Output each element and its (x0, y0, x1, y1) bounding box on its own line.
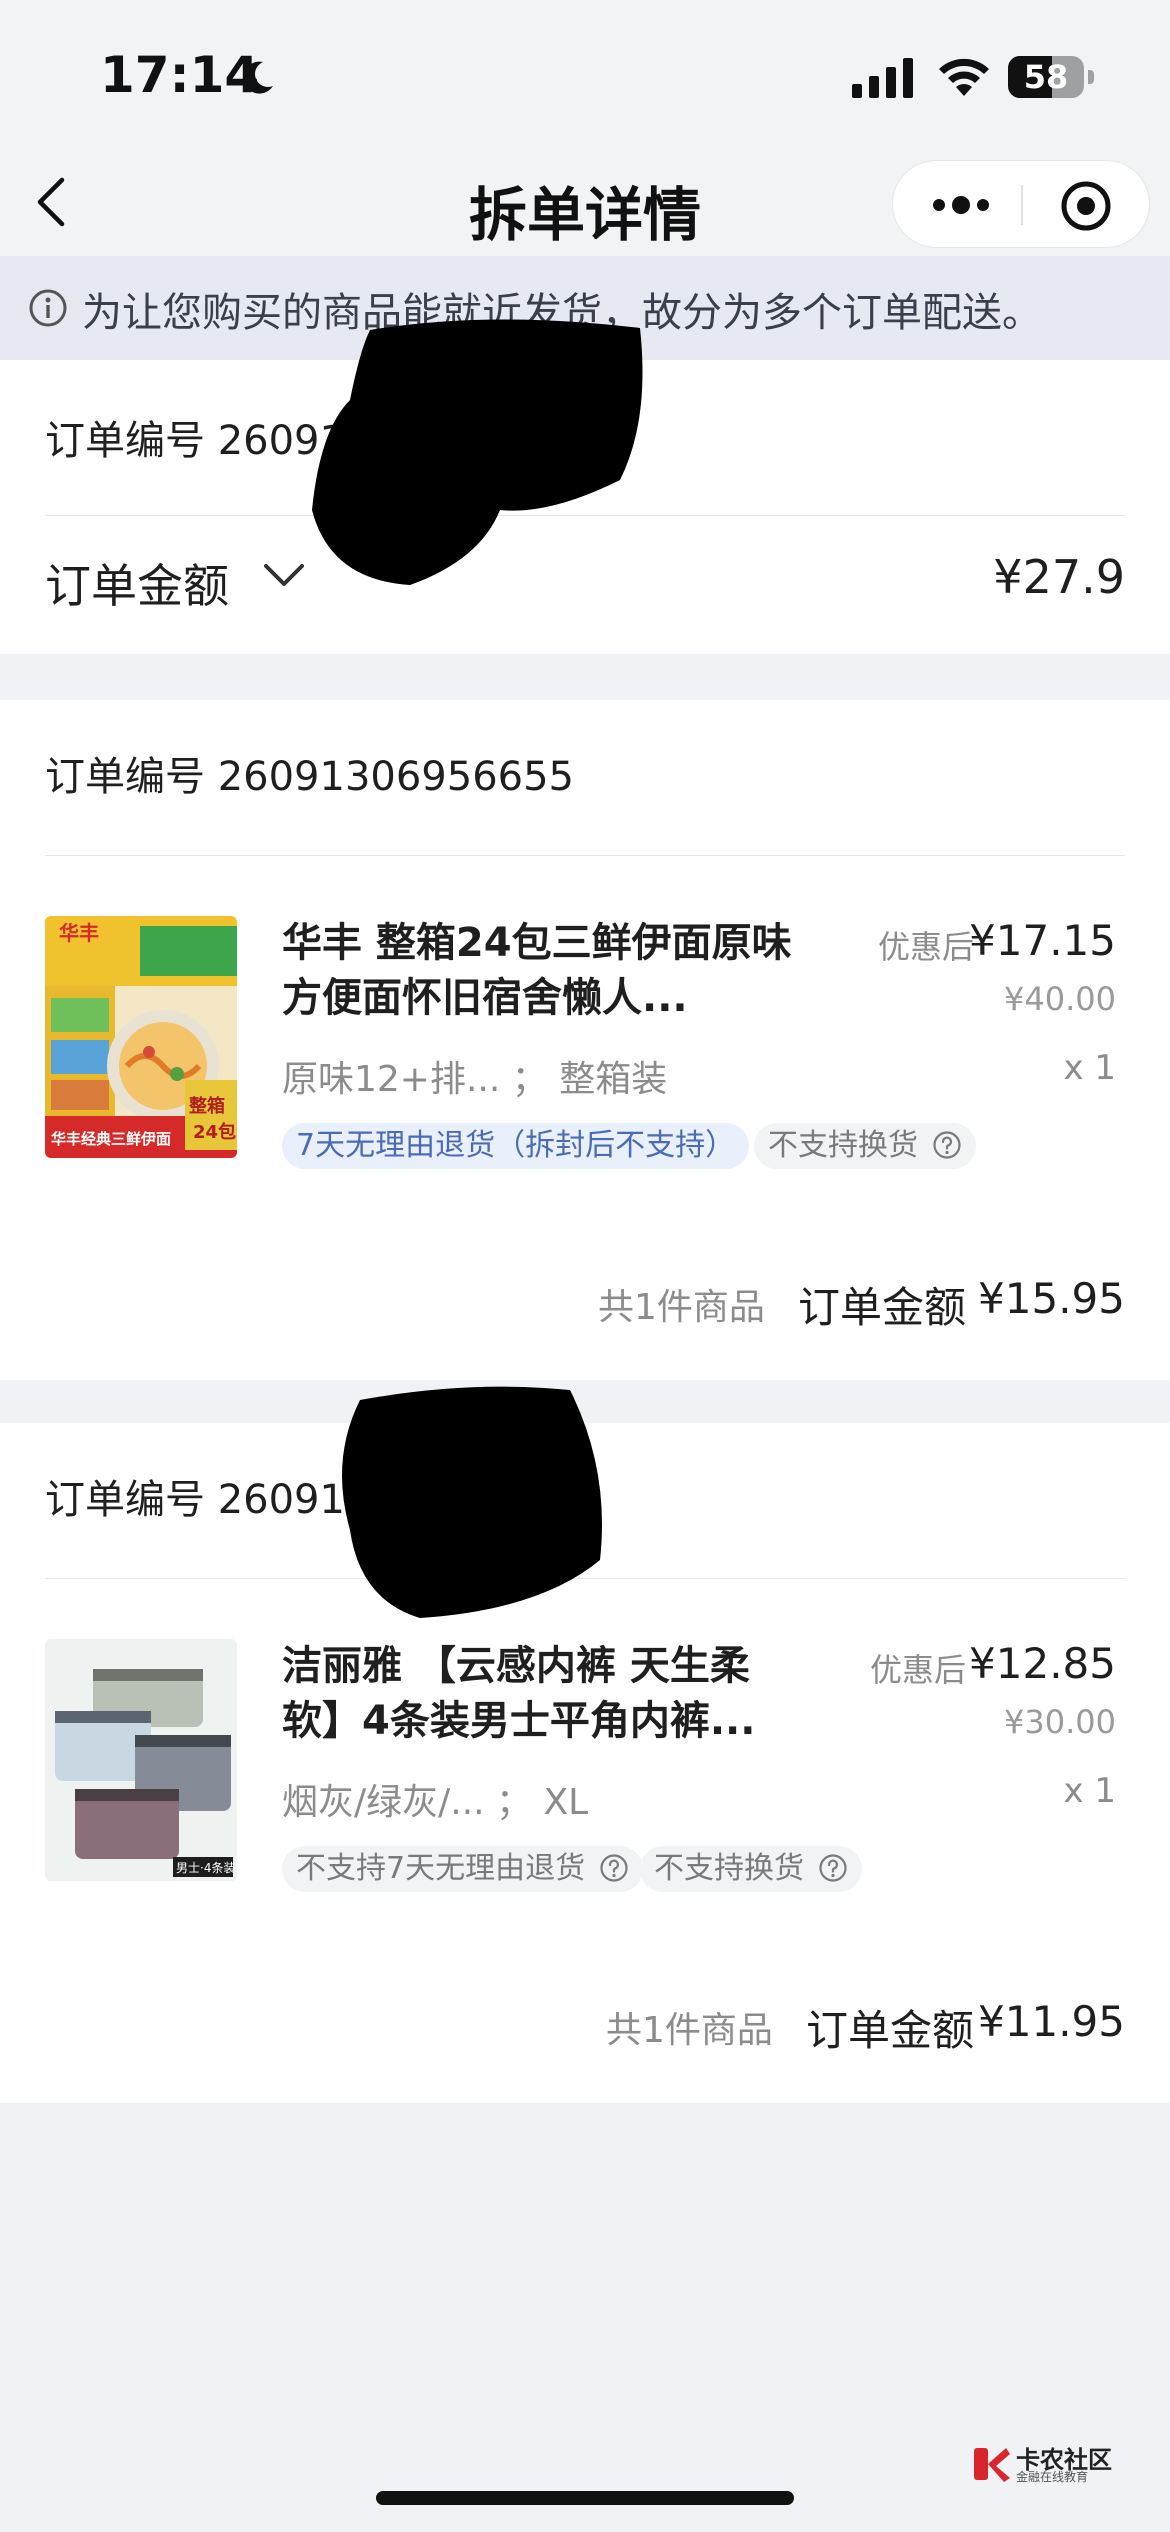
order-amount-label: 订单金额 (798, 1283, 967, 1332)
nav-bar: 拆单详情 (0, 150, 1170, 256)
wifi-icon (939, 58, 989, 96)
order-amount-label: 订单金额 (806, 2006, 975, 2055)
battery-level: 58 (1023, 58, 1069, 96)
order-card: 订单编号 26091306956655 华丰 整箱 24包 华丰经典三鲜伊面 华… (0, 700, 1170, 1380)
capsule-divider (1021, 185, 1023, 225)
return-policy-tag: 7天无理由退货（拆封后不支持） (282, 1123, 750, 1169)
question-icon[interactable] (932, 1130, 962, 1160)
sku-spec: 烟灰/绿灰/... ； XL (282, 1782, 589, 1823)
price-after-discount: ¥12.85 (969, 1639, 1116, 1688)
return-policy-tag[interactable]: 不支持7天无理由退货 (282, 1846, 643, 1892)
exchange-policy-tag[interactable]: 不支持换货 (754, 1123, 976, 1169)
tag-label: 不支持7天无理由退货 (296, 1851, 586, 1886)
close-target-icon[interactable] (1059, 179, 1113, 233)
home-indicator[interactable] (376, 2491, 794, 2505)
tag-label: 不支持换货 (654, 1851, 804, 1886)
sku-spec: 原味12+排... ； 整箱装 (282, 1059, 668, 1100)
moon-icon (243, 61, 273, 94)
image-box-text: 整箱 (188, 1095, 225, 1117)
product-image[interactable]: 男士·4条装 (45, 1639, 237, 1881)
exchange-policy-tag[interactable]: 不支持换货 (640, 1846, 862, 1892)
image-banner-text: 华丰经典三鲜伊面 (51, 1130, 171, 1148)
battery-icon: 58 (1008, 56, 1084, 98)
product-image[interactable]: 华丰 整箱 24包 华丰经典三鲜伊面 (45, 916, 237, 1158)
image-brand-text: 华丰 (59, 921, 99, 945)
order-amount-value: ¥11.95 (978, 1997, 1125, 2046)
item-count: 共1件商品 (598, 1287, 765, 1328)
item-count: 共1件商品 (606, 2010, 773, 2051)
discount-label: 优惠后 (877, 928, 974, 966)
order-number: 订单编号 26091306956655 (45, 754, 575, 800)
divider (45, 855, 1125, 856)
discount-label: 优惠后 (869, 1651, 966, 1689)
order-amount-value: ¥15.95 (978, 1274, 1125, 1323)
tag-label: 不支持换货 (768, 1128, 918, 1163)
status-bar: 17:14 58 (0, 0, 1170, 150)
image-pack-text: 男士·4条装 (176, 1861, 235, 1875)
watermark: 卡农社区 金融在线教育 (972, 2440, 1122, 2488)
order-amount-value: ¥27.9 (993, 550, 1125, 604)
original-price: ¥30.00 (1004, 1703, 1116, 1741)
quantity: x 1 (1063, 1048, 1116, 1088)
question-icon[interactable] (599, 1853, 629, 1883)
order-number: 订单编号 26091 (45, 1477, 345, 1523)
price-after-discount: ¥17.15 (969, 916, 1116, 965)
redaction-scribble (342, 1386, 602, 1618)
watermark-logo-icon (974, 2448, 1010, 2482)
product-title[interactable]: 华丰 整箱24包三鲜伊面原味方便面怀旧宿舍懒人... (282, 916, 802, 1026)
watermark-subtitle: 金融在线教育 (1016, 2470, 1089, 2484)
more-dots-icon[interactable] (929, 189, 993, 221)
battery-nub (1088, 70, 1094, 84)
redaction-scribble (312, 319, 643, 585)
cellular-signal-icon (852, 58, 913, 98)
status-time: 17:14 (100, 46, 260, 104)
order-amount-label[interactable]: 订单金额 (45, 550, 229, 616)
product-title[interactable]: 洁丽雅 【云感内裤 天生柔软】4条装男士平角内裤... (282, 1639, 802, 1749)
original-price: ¥40.00 (1004, 980, 1116, 1018)
question-icon[interactable] (818, 1853, 848, 1883)
tag-label: 7天无理由退货（拆封后不支持） (296, 1128, 736, 1163)
image-pack-text: 24包 (193, 1121, 236, 1143)
quantity: x 1 (1063, 1771, 1116, 1811)
info-icon (29, 289, 67, 327)
mini-program-capsule (892, 160, 1150, 248)
